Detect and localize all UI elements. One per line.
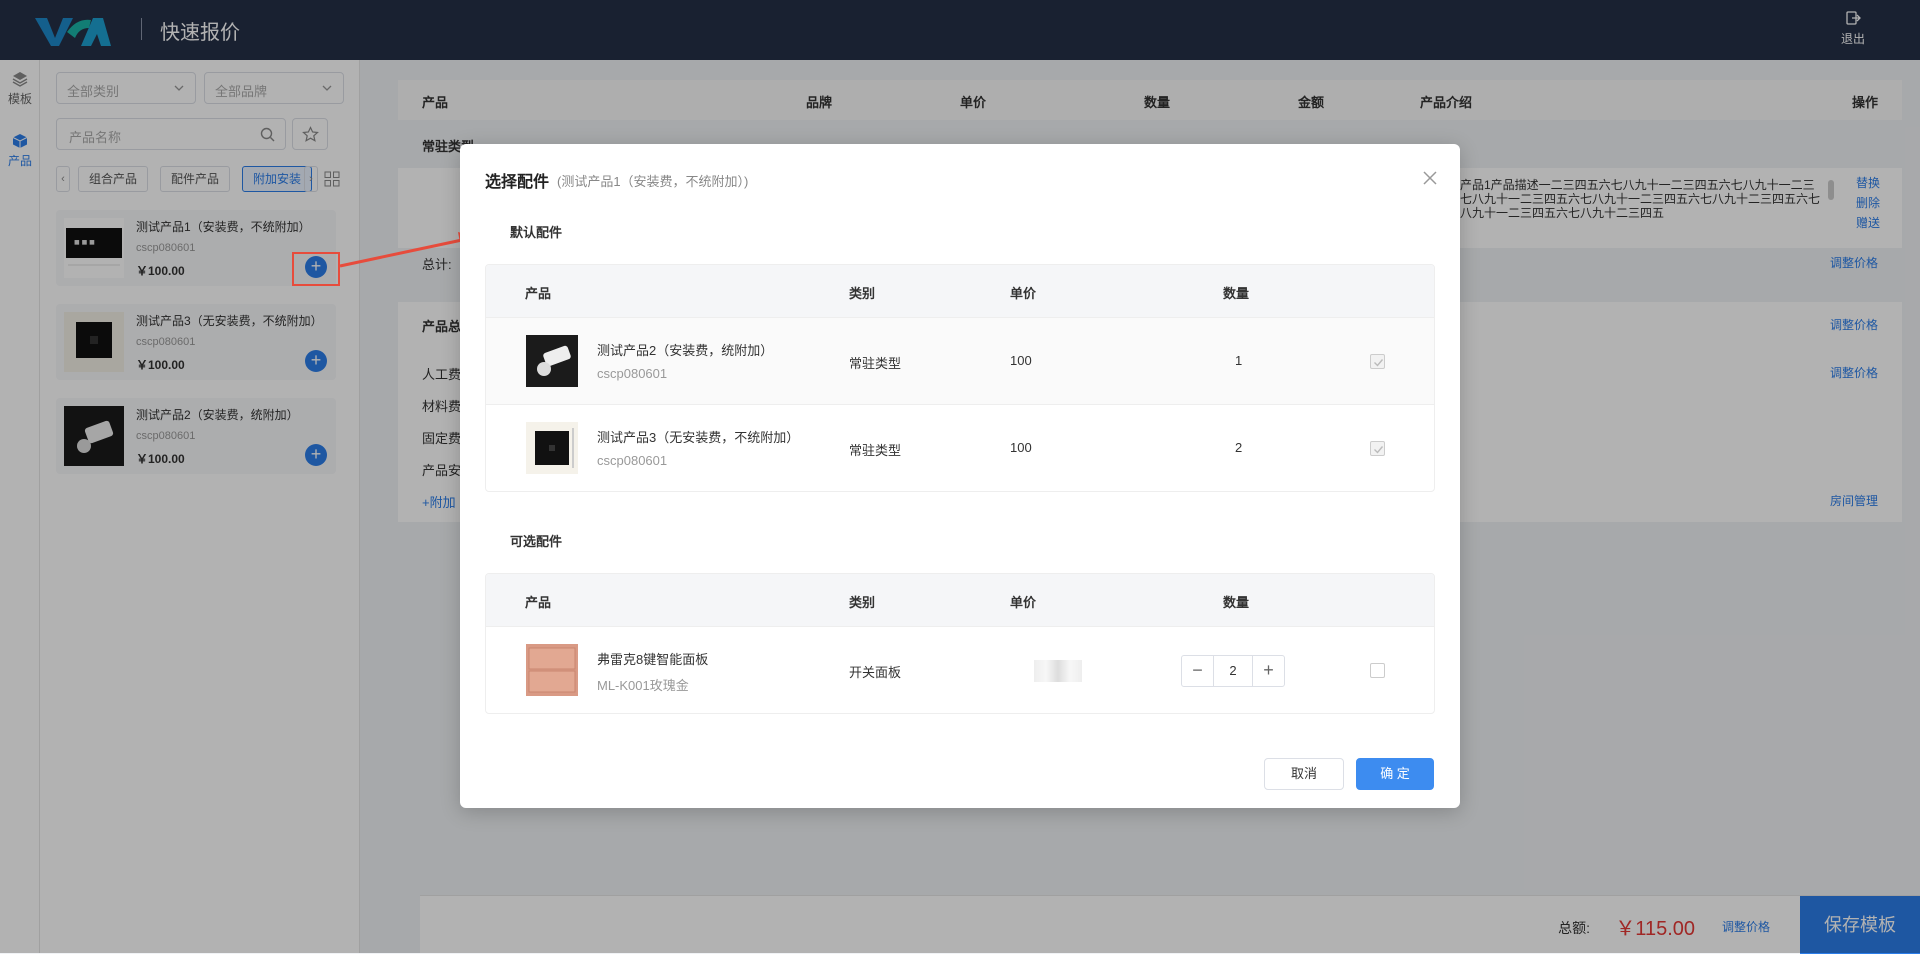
col-category: 类别	[849, 595, 876, 610]
annotation-highlight-box	[292, 252, 340, 286]
product-name: 测试产品2（安装费，统附加）	[597, 343, 774, 358]
col-quantity: 数量	[1223, 595, 1250, 610]
quantity-stepper[interactable]: − 2 +	[1181, 655, 1285, 687]
product-name: 弗雷克8键智能面板	[597, 652, 709, 667]
col-category: 类别	[849, 286, 876, 301]
row-checkbox[interactable]	[1370, 441, 1385, 456]
col-product: 产品	[525, 595, 552, 610]
product-quantity: 1	[1235, 353, 1243, 368]
default-accessories-label: 默认配件	[510, 225, 563, 240]
product-image	[526, 335, 578, 387]
product-category: 常驻类型	[849, 443, 902, 458]
table-header: 产品 类别 单价 数量	[486, 265, 1434, 317]
col-quantity: 数量	[1223, 286, 1250, 301]
product-image	[526, 644, 578, 696]
table-row: 测试产品3（无安装费，不统附加） cscp080601 常驻类型 100 2	[486, 404, 1434, 491]
table-row: 测试产品2（安装费，统附加） cscp080601 常驻类型 100 1	[486, 317, 1434, 404]
cancel-button[interactable]: 取消	[1264, 758, 1344, 790]
increment-button[interactable]: +	[1252, 656, 1284, 686]
optional-accessories-table: 产品 类别 单价 数量 弗雷克8键智能面板 ML-K001玫瑰金 开关面板 − …	[485, 573, 1435, 714]
close-icon[interactable]	[1422, 170, 1438, 186]
quantity-input[interactable]: 2	[1214, 656, 1252, 686]
dialog-subtitle: (测试产品1（安装费，不统附加）)	[557, 174, 749, 189]
table-row: 弗雷克8键智能面板 ML-K001玫瑰金 开关面板 − 2 +	[486, 626, 1434, 713]
product-category: 开关面板	[849, 665, 902, 680]
col-unit-price: 单价	[1010, 595, 1037, 610]
blurred-price	[1034, 660, 1082, 682]
row-checkbox[interactable]	[1370, 354, 1385, 369]
product-name: 测试产品3（无安装费，不统附加）	[597, 430, 800, 445]
check-icon	[1374, 359, 1384, 367]
product-quantity: 2	[1235, 440, 1243, 455]
product-code: ML-K001玫瑰金	[597, 678, 689, 693]
product-category: 常驻类型	[849, 356, 902, 371]
check-icon	[1374, 446, 1384, 454]
row-checkbox[interactable]	[1370, 663, 1385, 678]
col-unit-price: 单价	[1010, 286, 1037, 301]
product-code: cscp080601	[597, 453, 668, 468]
col-product: 产品	[525, 286, 552, 301]
dialog-title: 选择配件	[485, 174, 550, 191]
decrement-button[interactable]: −	[1182, 656, 1214, 686]
confirm-button[interactable]: 确 定	[1356, 758, 1434, 790]
product-price: 100	[1010, 353, 1032, 368]
product-code: cscp080601	[597, 366, 668, 381]
product-price: 100	[1010, 440, 1032, 455]
product-image	[526, 422, 578, 474]
table-header: 产品 类别 单价 数量	[486, 574, 1434, 626]
optional-accessories-label: 可选配件	[510, 534, 563, 549]
default-accessories-table: 产品 类别 单价 数量 测试产品2（安装费，统附加） cscp080601 常驻…	[485, 264, 1435, 492]
select-accessory-dialog: 选择配件 (测试产品1（安装费，不统附加）) 默认配件 产品 类别 单价 数量 …	[460, 144, 1460, 808]
